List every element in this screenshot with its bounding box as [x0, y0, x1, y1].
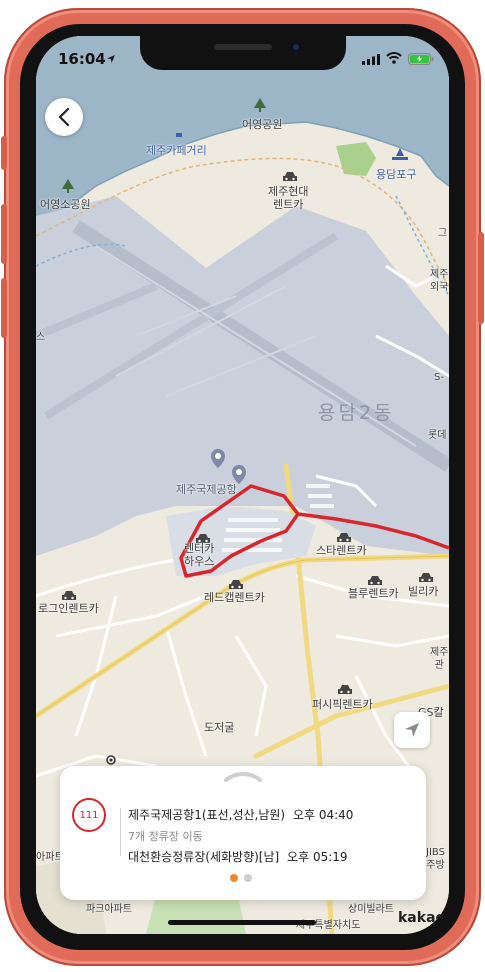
map-label-blue-rentcar[interactable]: 블루렌트카 — [348, 585, 399, 601]
map-label-jeju-hyundai-rentcar[interactable]: 제주현대 렌트카 — [268, 185, 308, 211]
power-button — [478, 232, 484, 324]
map-label-edge: S- — [434, 372, 444, 383]
departure-stop-row: 제주국제공항1(표선,성산,남원) 오후 04:40 — [128, 806, 353, 823]
transfer-info: 7개 정류장 이동 — [128, 830, 203, 843]
side-button — [1, 136, 7, 170]
map-label-pacific-rentcar[interactable]: 퍼시픽렌트카 — [312, 696, 373, 712]
map-label-edge: 스 — [36, 332, 46, 343]
map-label-rentcar-house[interactable]: 렌터카 하우스 — [184, 542, 214, 568]
map-label-jibs: JIBS 주방 — [426, 847, 445, 871]
map-label-redcap-rentcar[interactable]: 레드캡렌트카 — [204, 589, 265, 605]
screen: 어영공원 제주카페거리 용담포구 제주현대 렌트카 어영소공원 용담2동 제주국… — [36, 36, 449, 934]
map-label-log-in-rentcar[interactable]: 로그인렌트카 — [38, 600, 99, 616]
kakao-watermark: kakao — [398, 910, 446, 926]
back-button[interactable] — [45, 98, 83, 136]
map-label-dojeogul[interactable]: 도저굴 — [204, 719, 234, 735]
front-camera — [290, 41, 302, 53]
map-label-eoyeong-park[interactable]: 어영공원 — [242, 116, 282, 132]
volume-up-button — [1, 204, 7, 264]
status-time: 16:04 — [58, 50, 106, 68]
map-label-jeju-cafe-street[interactable]: 제주카페거리 — [146, 142, 207, 158]
navigation-arrow-icon — [405, 723, 419, 737]
map-label-edge: 제주 외국 — [430, 269, 449, 293]
map-label-star-rentcar[interactable]: 스타렌트카 — [316, 542, 367, 558]
my-location-button[interactable] — [394, 712, 430, 748]
map-label-billika[interactable]: 빌리카 — [408, 583, 438, 599]
departure-stop-name: 제주국제공항1(표선,성산,남원) — [128, 808, 286, 822]
home-indicator[interactable] — [168, 920, 316, 925]
timeline-line — [120, 808, 121, 856]
page-dot-1[interactable] — [230, 874, 238, 882]
map-label-edge: 제주 관 — [430, 647, 449, 671]
chevron-left-icon — [58, 107, 70, 127]
speaker — [214, 44, 272, 50]
map-label-pine: 파크아파트 — [86, 904, 132, 915]
phone-notch — [140, 36, 346, 70]
map-label-edge: 롯데 — [428, 430, 447, 441]
map-label-jeju-airport[interactable]: 제주국제공항 — [176, 481, 237, 497]
page-indicator[interactable] — [230, 874, 252, 882]
chevron-up-icon[interactable] — [224, 770, 262, 782]
route-number-badge: 111 — [72, 798, 106, 832]
map-label-yongdampogu[interactable]: 용담포구 — [376, 166, 416, 182]
map-label-edge: 그 — [438, 228, 448, 239]
battery-icon — [408, 53, 434, 65]
car-icon — [283, 167, 297, 186]
signal-icon — [362, 54, 380, 65]
map-label-yongdam2dong: 용담2동 — [318, 402, 395, 424]
volume-down-button — [1, 278, 7, 338]
page-dot-2[interactable] — [244, 874, 252, 882]
location-arrow-icon — [107, 55, 115, 63]
arrival-stop-name: 대천환승정류장(세화방향)[남] — [128, 850, 280, 864]
wifi-icon — [386, 52, 402, 64]
arrival-time: 오후 05:19 — [287, 850, 348, 864]
bus-route-sheet[interactable]: 111 제주국제공항1(표선,성산,남원) 오후 04:40 7개 정류장 이동… — [60, 766, 426, 900]
arrival-stop-row: 대천환승정류장(세화방향)[남] 오후 05:19 — [128, 848, 348, 865]
map-label-eoyeongso-park[interactable]: 어영소공원 — [40, 196, 91, 212]
map-label-sangmi: 상미빌라트 — [348, 904, 394, 915]
departure-time: 오후 04:40 — [292, 808, 354, 822]
